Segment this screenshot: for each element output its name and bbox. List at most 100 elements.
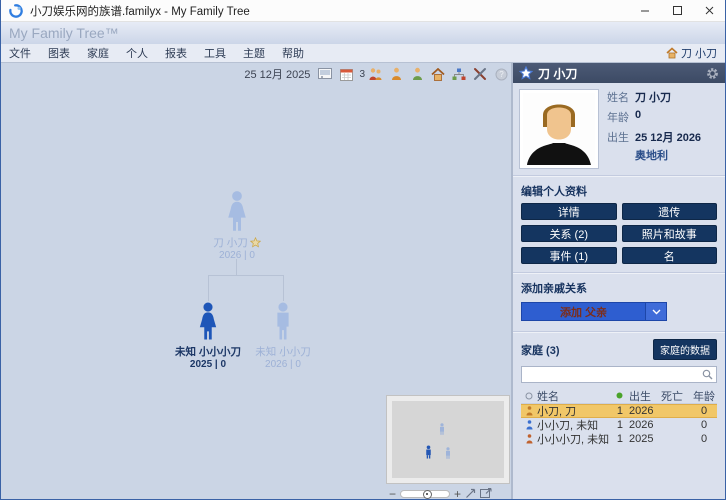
person-male-icon[interactable] <box>409 66 425 82</box>
tree-node-child1-figure[interactable] <box>194 301 222 343</box>
zoom-in-button[interactable]: + <box>454 489 461 499</box>
chevron-down-icon <box>652 309 661 315</box>
person-female-icon[interactable] <box>388 66 404 82</box>
connector-line <box>208 275 284 276</box>
tree-canvas[interactable]: 25 12月 2025 3 <box>1 63 511 500</box>
current-date: 25 12月 2025 <box>244 66 310 82</box>
events-column-icon <box>611 390 625 402</box>
profile-photo[interactable] <box>519 89 599 169</box>
relationships-button[interactable]: 关系 (2) <box>521 225 617 242</box>
home-icon <box>666 47 678 59</box>
age-value: 0 <box>635 109 641 125</box>
menu-file[interactable]: 文件 <box>9 45 31 61</box>
gear-icon[interactable] <box>706 67 719 80</box>
menu-charts[interactable]: 图表 <box>48 45 70 61</box>
family-group-icon[interactable] <box>367 66 383 82</box>
col-birth[interactable]: 出生 <box>625 388 661 404</box>
tree-node-child2-figure[interactable] <box>269 301 297 343</box>
minimap-panel[interactable] <box>386 395 510 484</box>
calendar-icon[interactable] <box>338 66 354 82</box>
tree-node-child2-label[interactable]: 未知 小小刀 2026 | 0 <box>213 344 353 370</box>
fit-to-window-icon[interactable] <box>465 488 476 499</box>
zoom-controls: − + <box>386 486 510 500</box>
family-table-header[interactable]: 姓名 出生 死亡 年龄 <box>521 389 717 404</box>
search-icon <box>702 369 713 380</box>
family-row[interactable]: 小小小刀, 未知 1 2025 0 <box>521 432 717 446</box>
help-icon[interactable]: ? <box>493 66 509 82</box>
col-name[interactable]: 姓名 <box>537 388 611 404</box>
current-person-shortcut[interactable]: 刀 小刀 <box>666 45 717 61</box>
maximize-button[interactable] <box>661 0 693 21</box>
app-window: 小刀娱乐网的族谱.familyx - My Family Tree My Fam… <box>0 0 726 500</box>
birthplace-value: 奥地利 <box>635 147 701 163</box>
menu-individual[interactable]: 个人 <box>126 45 148 61</box>
minimap-figure <box>438 423 446 435</box>
profile-details: 姓名 刀 小刀 年龄 0 出生 25 12月 2026 奥地利 <box>607 89 701 169</box>
name-label: 姓名 <box>607 89 635 105</box>
menu-family[interactable]: 家庭 <box>87 45 109 61</box>
minimap-figure <box>444 447 452 459</box>
family-data-button[interactable]: 家庭的数据 <box>653 339 717 360</box>
age-label: 年龄 <box>607 109 635 125</box>
root-star-icon <box>519 66 533 80</box>
zoom-slider-thumb[interactable] <box>423 490 432 499</box>
child2-dates: 2026 | 0 <box>213 359 353 370</box>
slideshow-icon[interactable] <box>317 66 333 82</box>
connector-line <box>283 275 284 301</box>
family-section-header: 家庭 (3) 家庭的数据 <box>513 333 725 364</box>
add-relative-title: 添加亲戚关系 <box>513 274 725 300</box>
app-name: My Family Tree™ <box>9 25 119 41</box>
sidebar-person-name: 刀 小刀 <box>538 65 701 82</box>
family-table: 姓名 出生 死亡 年龄 小刀, 刀 1 2026 0 <box>521 389 717 446</box>
family-title: 家庭 (3) <box>521 342 653 358</box>
menu-tools[interactable]: 工具 <box>204 45 226 61</box>
menu-themes[interactable]: 主题 <box>243 45 265 61</box>
family-search-input[interactable] <box>522 367 702 382</box>
birth-label: 出生 <box>607 129 635 145</box>
root-name: 刀 小刀 <box>213 235 247 250</box>
add-father-button[interactable]: 添加 父亲 <box>521 302 645 321</box>
tree-node-root-figure[interactable] <box>222 189 252 235</box>
avatar-placeholder-icon <box>523 93 595 165</box>
col-death[interactable]: 死亡 <box>661 388 691 404</box>
profile-section: 姓名 刀 小刀 年龄 0 出生 25 12月 2026 奥地利 <box>513 83 725 175</box>
close-button[interactable] <box>693 0 725 21</box>
fullscreen-icon[interactable] <box>480 488 492 499</box>
gender-column-icon <box>521 392 537 400</box>
family-row[interactable]: 小小刀, 未知 1 2026 0 <box>521 418 717 432</box>
events-button[interactable]: 事件 (1) <box>521 247 617 264</box>
menu-help[interactable]: 帮助 <box>282 45 304 61</box>
heredity-button[interactable]: 遗传 <box>622 203 718 220</box>
title-bar: 小刀娱乐网的族谱.familyx - My Family Tree <box>1 0 725 22</box>
edit-section-title: 编辑个人资料 <box>513 177 725 203</box>
menu-reports[interactable]: 报表 <box>165 45 187 61</box>
family-row-selected[interactable]: 小刀, 刀 1 2026 0 <box>521 404 717 418</box>
child2-name: 未知 小小刀 <box>213 344 353 359</box>
add-relative-split-button: 添加 父亲 <box>521 302 667 321</box>
root-dates: 2026 | 0 <box>167 250 307 261</box>
names-button[interactable]: 名 <box>622 247 718 264</box>
col-age[interactable]: 年龄 <box>691 388 717 404</box>
edit-buttons: 详情 遗传 关系 (2) 照片和故事 事件 (1) 名 <box>513 203 725 272</box>
family-search <box>521 366 717 383</box>
app-logo-icon <box>9 4 23 18</box>
connector-line <box>208 275 209 301</box>
window-title: 小刀娱乐网的族谱.familyx - My Family Tree <box>30 3 629 19</box>
zoom-out-button[interactable]: − <box>389 489 396 499</box>
home-ancestor-icon[interactable] <box>430 66 446 82</box>
current-person-name: 刀 小刀 <box>681 45 717 61</box>
zoom-slider[interactable] <box>400 490 450 498</box>
app-banner: My Family Tree™ <box>1 22 725 44</box>
add-relative-dropdown[interactable] <box>645 302 667 321</box>
sidebar-header: 刀 小刀 <box>513 63 725 83</box>
tools-icon[interactable] <box>472 66 488 82</box>
tree-node-root-label[interactable]: 刀 小刀 2026 | 0 <box>167 235 307 261</box>
photos-stories-button[interactable]: 照片和故事 <box>622 225 718 242</box>
minimize-button[interactable] <box>629 0 661 21</box>
svg-text:?: ? <box>499 70 504 79</box>
minimap-view[interactable] <box>392 401 504 478</box>
chart-icon[interactable] <box>451 66 467 82</box>
details-button[interactable]: 详情 <box>521 203 617 220</box>
star-icon <box>250 237 261 248</box>
person-sidebar: 刀 小刀 姓名 刀 小刀 <box>513 63 725 500</box>
